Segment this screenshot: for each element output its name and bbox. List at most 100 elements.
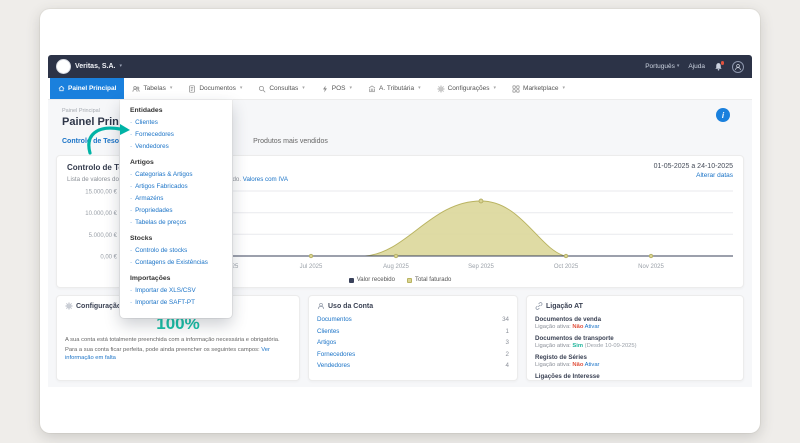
x-axis-tick: Aug 2025	[383, 264, 409, 270]
dropdown-item-importar-xls-csv[interactable]: Importar de XLS/CSV	[130, 285, 222, 297]
legend-label: Valor recebido	[356, 277, 395, 283]
at-section-name: Registo de Séries	[535, 354, 587, 361]
at-activate-link[interactable]: Ativar	[585, 324, 600, 330]
gear-icon	[437, 84, 445, 93]
usage-link-fornecedores[interactable]: Fornecedores	[317, 349, 355, 361]
chevron-down-icon: ▾	[418, 85, 421, 91]
menu-item-tabelas[interactable]: Tabelas ▾	[124, 78, 180, 99]
at-status-label: Ligação ativa:	[535, 343, 571, 349]
perfect-text: Para a sua conta ficar perfeita, pode ai…	[65, 346, 260, 353]
y-axis-tick: 0,00 €	[100, 255, 117, 261]
dropdown-section-entidades: Entidades Clientes Fornecedores Vendedor…	[130, 107, 222, 153]
at-status-label: Ligação ativa:	[535, 362, 571, 368]
legend-total-faturado: Total faturado	[406, 277, 451, 283]
company-logo	[56, 59, 71, 74]
lightning-icon	[322, 85, 327, 92]
legend-swatch	[406, 277, 412, 283]
dropdown-section-title: Importações	[130, 275, 171, 282]
language-label: Português	[645, 63, 675, 70]
usage-link-vendedores[interactable]: Vendedores	[317, 360, 350, 372]
menu-item-label: Painel Principal	[68, 85, 117, 92]
tabelas-dropdown: Entidades Clientes Fornecedores Vendedor…	[120, 100, 232, 318]
usage-value: 1	[505, 327, 509, 335]
chevron-down-icon: ▾	[562, 85, 565, 91]
usage-link-clientes[interactable]: Clientes	[317, 326, 339, 338]
chevron-down-icon: ▾	[349, 85, 353, 91]
menu-item-a-tributaria[interactable]: A. Tributária ▾	[360, 78, 429, 99]
at-card-title: Ligação AT	[546, 302, 583, 310]
document-icon	[189, 84, 196, 93]
menu-item-configuracoes[interactable]: Configurações ▾	[429, 78, 504, 99]
change-dates-link[interactable]: Alterar datas	[654, 172, 733, 179]
menu-item-marketplace[interactable]: Marketplace ▾	[504, 78, 573, 99]
at-status-note: (Desde 10-09-2025)	[584, 343, 637, 349]
config-perfect-text: Para a sua conta ficar perfeita, pode ai…	[65, 347, 291, 363]
dropdown-item-categorias-artigos[interactable]: Categorias & Artigos	[130, 169, 222, 181]
config-complete-text: A sua conta está totalmente preenchida c…	[65, 337, 280, 343]
valores-com-iva-link[interactable]: Valores com IVA	[243, 176, 288, 183]
at-section-name: Documentos de venda	[535, 316, 602, 323]
usage-link-artigos[interactable]: Artigos	[317, 337, 336, 349]
chevron-down-icon: ▾	[493, 85, 497, 91]
usage-row: Clientes 1	[317, 326, 509, 338]
dropdown-item-tabelas-de-precos[interactable]: Tabelas de preços	[130, 217, 222, 229]
link-icon	[535, 302, 543, 310]
usage-value: 4	[505, 362, 509, 369]
user-avatar[interactable]	[732, 60, 744, 73]
at-status-line: Ligação ativa: Não Ativar	[535, 361, 735, 370]
menu-item-label: Marketplace	[523, 85, 559, 92]
chevron-down-icon: ▾	[169, 85, 173, 91]
topbar: Veritas, S.A. ▾ Português ▾ Ajuda	[48, 55, 752, 78]
breadcrumb: Painel Principal	[62, 108, 100, 114]
dropdown-item-armazens[interactable]: Armazéns	[130, 193, 222, 205]
dropdown-item-clientes[interactable]: Clientes	[130, 117, 222, 129]
company-name: Veritas, S.A.	[75, 63, 116, 70]
tab-produtos-mais-vendidos[interactable]: Produtos mais vendidos	[253, 138, 328, 145]
legend-swatch	[348, 277, 354, 283]
app-window: Veritas, S.A. ▾ Português ▾ Ajuda Painel…	[40, 9, 760, 433]
home-icon	[58, 85, 65, 92]
help-link[interactable]: Ajuda	[688, 63, 705, 70]
dropdown-item-importar-saft-pt[interactable]: Importar de SAFT-PT	[130, 297, 222, 309]
dropdown-item-controlo-de-stocks[interactable]: Controlo de stocks	[130, 245, 222, 257]
dropdown-item-contagens-de-existencias[interactable]: Contagens de Existências	[130, 257, 222, 269]
menu-item-documentos[interactable]: Documentos ▾	[180, 78, 250, 99]
dropdown-section-title: Stocks	[130, 235, 153, 242]
dropdown-item-artigos-fabricados[interactable]: Artigos Fabricados	[130, 181, 222, 193]
x-axis-tick: Nov 2025	[638, 264, 664, 270]
usage-row: Artigos 3	[317, 337, 509, 349]
chevron-down-icon: ▾	[676, 63, 680, 69]
info-button[interactable]: i	[716, 108, 730, 122]
date-range-block: 01-05-2025 a 24-10-2025 Alterar datas	[654, 163, 733, 179]
dropdown-item-fornecedores[interactable]: Fornecedores	[130, 129, 222, 141]
user-icon	[318, 302, 324, 310]
chevron-down-icon: ▾	[239, 85, 243, 91]
people-icon	[132, 85, 140, 92]
search-icon	[259, 85, 266, 92]
menu-item-painel-principal[interactable]: Painel Principal	[50, 78, 125, 99]
menu-item-label: Tabelas	[143, 85, 166, 92]
y-axis-tick: 5.000,00 €	[89, 233, 118, 239]
dropdown-section-title: Entidades	[130, 107, 163, 114]
usage-card: Uso da Conta Documentos 34 Clientes 1 Ar…	[308, 295, 518, 381]
language-selector[interactable]: Português ▾	[645, 63, 679, 70]
notifications-bell-icon[interactable]	[714, 61, 724, 71]
notification-dot	[720, 61, 724, 65]
chevron-down-icon: ▾	[302, 85, 305, 91]
menu-item-label: Configurações	[447, 85, 490, 92]
menu-item-label: A. Tributária	[379, 85, 415, 92]
account-switcher[interactable]: Veritas, S.A. ▾	[56, 59, 122, 74]
usage-link-documentos[interactable]: Documentos	[317, 314, 352, 326]
at-status-label: Ligação ativa:	[535, 324, 571, 330]
menu-item-pos[interactable]: POS ▾	[313, 78, 360, 99]
dropdown-section-stocks: Stocks Controlo de stocks Contagens de E…	[130, 235, 222, 269]
dropdown-item-propriedades[interactable]: Propriedades	[130, 205, 222, 217]
at-status-value: Sim	[572, 343, 584, 349]
at-activate-link[interactable]: Ativar	[585, 362, 600, 368]
at-status-line: Ligação ativa: Não Ativar	[535, 323, 735, 332]
dropdown-section-importacoes: Importações Importar de XLS/CSV Importar…	[130, 275, 222, 309]
menu-item-consultas[interactable]: Consultas ▾	[250, 78, 312, 99]
dropdown-item-vendedores[interactable]: Vendedores	[130, 141, 222, 153]
menu-item-label: Documentos	[199, 85, 236, 92]
at-card: Ligação AT Documentos de venda Ligação a…	[526, 295, 744, 381]
